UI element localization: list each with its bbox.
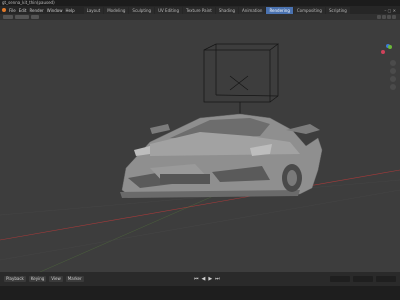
zoom-icon[interactable] bbox=[390, 60, 396, 66]
tab-modeling[interactable]: Modeling bbox=[104, 6, 129, 14]
solid-shading-icon[interactable] bbox=[382, 15, 386, 19]
viewport-scene bbox=[0, 43, 400, 272]
car-model bbox=[120, 113, 323, 198]
menu-render[interactable]: Render bbox=[29, 8, 43, 13]
end-frame-field[interactable] bbox=[376, 276, 396, 282]
tab-texture-paint[interactable]: Texture Paint bbox=[182, 6, 215, 14]
view-menu[interactable]: View bbox=[49, 276, 63, 282]
playback-menu[interactable]: Playback bbox=[4, 276, 26, 282]
gizmo-x-axis-icon[interactable] bbox=[381, 50, 385, 54]
status-bar bbox=[0, 286, 400, 300]
workspace-tabs: Layout Modeling Sculpting UV Editing Tex… bbox=[83, 6, 350, 14]
3d-viewport[interactable] bbox=[0, 20, 400, 272]
view-menu-button[interactable] bbox=[15, 15, 29, 19]
camera-object bbox=[203, 43, 280, 116]
menu-window[interactable]: Window bbox=[47, 8, 63, 13]
play-reverse-icon[interactable]: ◀ bbox=[201, 276, 205, 282]
window-controls[interactable]: – ▢ ✕ bbox=[384, 8, 400, 13]
editor-type-button[interactable] bbox=[3, 15, 13, 19]
camera-view-icon[interactable] bbox=[390, 76, 396, 82]
start-frame-field[interactable] bbox=[353, 276, 373, 282]
marker-menu[interactable]: Marker bbox=[65, 276, 84, 282]
play-icon[interactable]: ▶ bbox=[208, 276, 212, 282]
current-frame-field[interactable] bbox=[330, 276, 350, 282]
jump-end-icon[interactable]: ⏭ bbox=[215, 276, 220, 282]
tab-uv-editing[interactable]: UV Editing bbox=[155, 6, 182, 14]
jump-start-icon[interactable]: ⏮ bbox=[194, 276, 199, 282]
app-logo-icon[interactable] bbox=[2, 8, 6, 12]
wireframe-shading-icon[interactable] bbox=[377, 15, 381, 19]
object-mode-button[interactable] bbox=[31, 15, 39, 19]
menu-file[interactable]: File bbox=[9, 8, 16, 13]
window-title-text: gt_senna_kit_thin(paused) bbox=[2, 0, 55, 5]
perspective-toggle-icon[interactable] bbox=[390, 84, 396, 90]
grid-line bbox=[0, 189, 400, 261]
menu-edit[interactable]: Edit bbox=[19, 8, 27, 13]
tab-compositing[interactable]: Compositing bbox=[293, 6, 325, 14]
menu-help[interactable]: Help bbox=[65, 8, 74, 13]
tab-shading[interactable]: Shading bbox=[215, 6, 239, 14]
pan-hand-icon[interactable] bbox=[390, 68, 396, 74]
tab-rendering[interactable]: Rendering bbox=[266, 6, 293, 14]
tab-scripting[interactable]: Scripting bbox=[325, 6, 350, 14]
rendered-shading-icon[interactable] bbox=[392, 15, 396, 19]
keying-menu[interactable]: Keying bbox=[28, 276, 47, 282]
navigation-gizmo[interactable] bbox=[380, 44, 394, 58]
gizmo-y-axis-icon[interactable] bbox=[388, 45, 392, 49]
tab-layout[interactable]: Layout bbox=[83, 6, 104, 14]
top-menubar: File Edit Render Window Help Layout Mode… bbox=[0, 6, 400, 14]
timeline-bar: Playback Keying View Marker ⏮ ◀ ▶ ⏭ bbox=[0, 272, 400, 286]
shading-buttons bbox=[377, 15, 400, 19]
tab-sculpting[interactable]: Sculpting bbox=[129, 6, 155, 14]
material-shading-icon[interactable] bbox=[387, 15, 391, 19]
viewport-nav-tools bbox=[390, 60, 396, 90]
tab-animation[interactable]: Animation bbox=[239, 6, 266, 14]
